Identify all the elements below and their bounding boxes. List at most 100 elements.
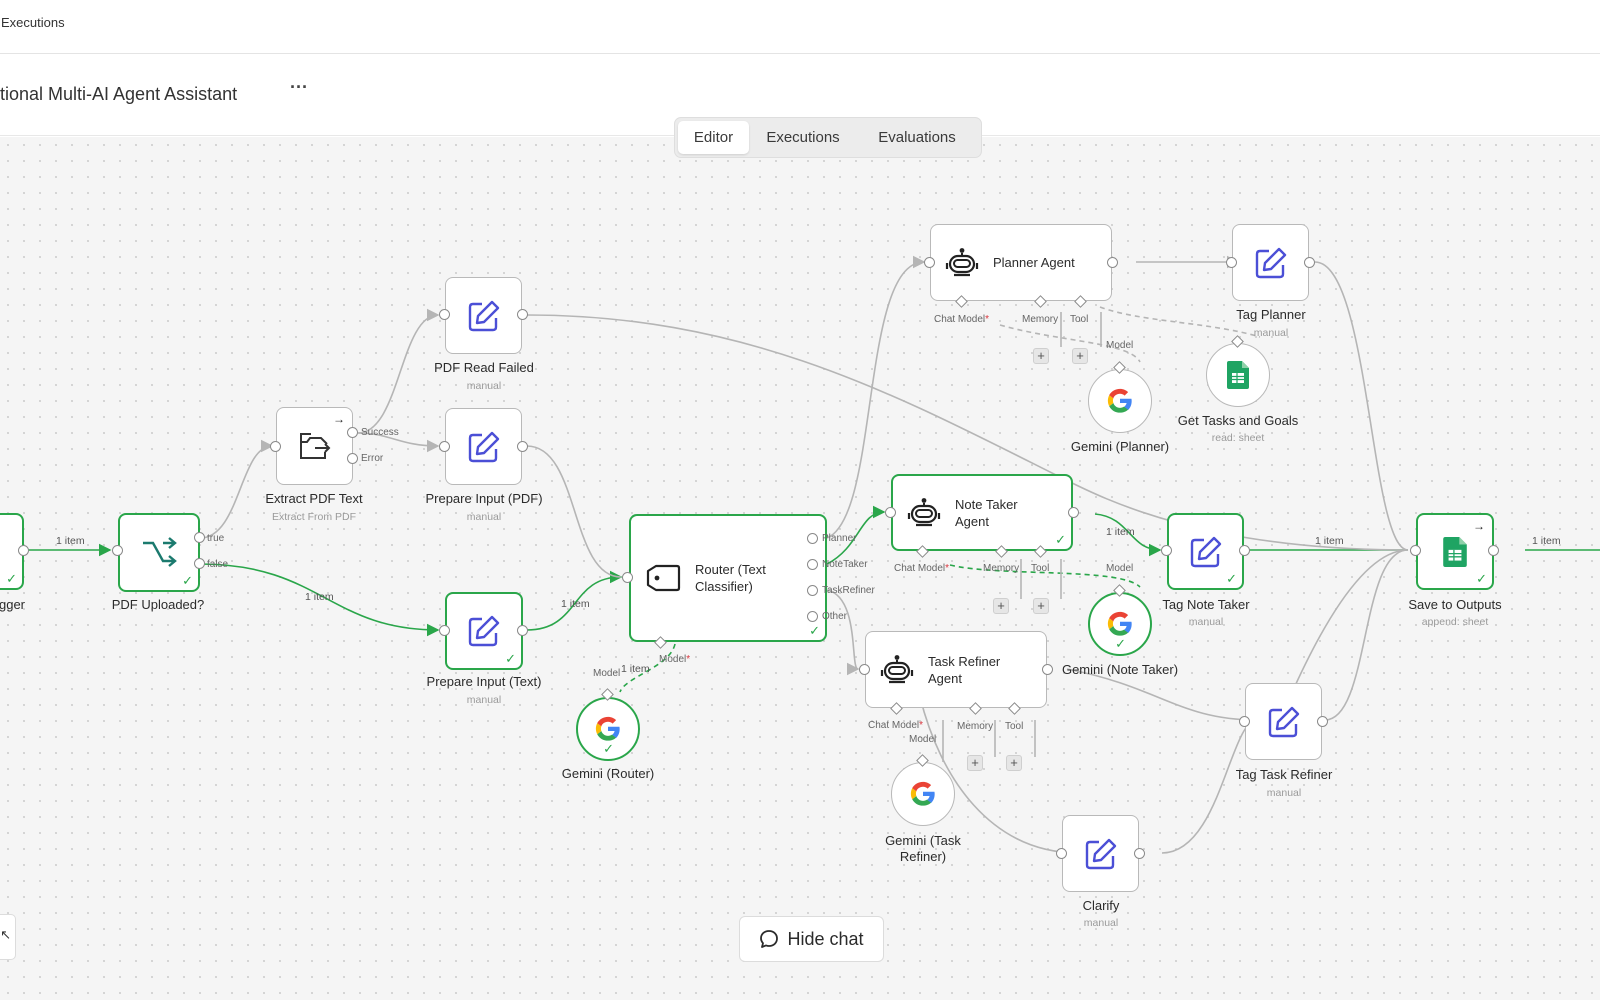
- input-port[interactable]: [439, 441, 450, 452]
- input-port[interactable]: [1410, 545, 1421, 556]
- add-memory-button[interactable]: +: [967, 755, 983, 771]
- input-port[interactable]: [859, 664, 870, 675]
- input-port[interactable]: [439, 625, 450, 636]
- tab-editor[interactable]: Editor: [678, 121, 749, 154]
- hide-chat-button[interactable]: Hide chat: [739, 916, 884, 962]
- node-subtitle: append: sheet: [1421, 616, 1489, 628]
- add-tool-button[interactable]: +: [1006, 755, 1022, 771]
- output-port[interactable]: [1042, 664, 1053, 675]
- node-subtitle: manual: [466, 694, 502, 706]
- output-port[interactable]: [1134, 848, 1145, 859]
- add-memory-button[interactable]: +: [1033, 348, 1049, 364]
- output-port[interactable]: [1107, 257, 1118, 268]
- input-port[interactable]: [1226, 257, 1237, 268]
- success-output-port[interactable]: [347, 427, 358, 438]
- planner-agent-node[interactable]: Planner Agent: [930, 224, 1112, 301]
- tab-evaluations[interactable]: Evaluations: [857, 121, 977, 154]
- node-title: Tag Task Refiner: [1235, 767, 1333, 782]
- other-output-port[interactable]: [807, 611, 818, 622]
- gemini-task-refiner-node[interactable]: [891, 762, 955, 826]
- branch-icon: [143, 536, 177, 567]
- executions-link[interactable]: Executions: [1, 15, 65, 30]
- node-subtitle: manual: [466, 380, 502, 392]
- more-options-button[interactable]: ···: [286, 78, 312, 104]
- success-check-icon: ✓: [182, 573, 193, 588]
- input-port[interactable]: [622, 572, 633, 583]
- node-title: PDF Uploaded?: [111, 597, 205, 612]
- set-node-pdf-read-failed[interactable]: [445, 277, 522, 354]
- node-subtitle: manual: [1188, 616, 1224, 628]
- true-branch-label: true: [207, 533, 225, 544]
- workflow-title[interactable]: tional Multi-AI Agent Assistant: [0, 84, 237, 105]
- view-tabs: Editor Executions Evaluations: [674, 117, 982, 158]
- output-port[interactable]: [1304, 257, 1315, 268]
- top-navigation-bar: Executions: [0, 0, 1600, 54]
- edge-item-count: 1 item: [1532, 535, 1561, 547]
- set-node-tag-planner[interactable]: [1232, 224, 1309, 301]
- input-port[interactable]: [1056, 848, 1067, 859]
- if-node-pdf-uploaded[interactable]: ✓: [118, 513, 200, 592]
- success-check-icon: ✓: [505, 651, 516, 666]
- success-branch-label: Success: [361, 427, 399, 438]
- task-refiner-agent-node[interactable]: Task Refiner Agent: [865, 631, 1047, 708]
- output-port[interactable]: [1317, 716, 1328, 727]
- gemini-note-taker-node[interactable]: ✓: [1088, 592, 1152, 656]
- planner-output-port[interactable]: [807, 533, 818, 544]
- pencil-square-icon: [468, 615, 500, 647]
- input-port[interactable]: [270, 441, 281, 452]
- output-port[interactable]: [1239, 545, 1250, 556]
- google-sheets-icon: [1227, 361, 1249, 389]
- add-tool-button[interactable]: +: [1033, 598, 1049, 614]
- google-g-icon: [595, 716, 620, 741]
- model-label: Model: [593, 668, 621, 679]
- set-node-tag-task-refiner[interactable]: [1245, 683, 1322, 760]
- gemini-planner-node[interactable]: [1088, 369, 1152, 433]
- model-label: Model: [1106, 340, 1134, 351]
- set-node-clarify[interactable]: [1062, 815, 1139, 892]
- input-port[interactable]: [885, 507, 896, 518]
- tab-executions[interactable]: Executions: [753, 121, 853, 154]
- chat-bubble-icon: [760, 930, 779, 948]
- node-title: gger: [0, 597, 26, 612]
- input-port[interactable]: [112, 545, 123, 556]
- extract-pdf-node[interactable]: →: [276, 407, 353, 485]
- sheets-save-outputs-node[interactable]: → ✓: [1416, 513, 1494, 590]
- output-port[interactable]: [1488, 545, 1499, 556]
- router-text-classifier-node[interactable]: Router (Text Classifier) ✓: [629, 514, 827, 642]
- output-port[interactable]: [1068, 507, 1079, 518]
- workflow-canvas[interactable]: ✓ gger ✓ true false PDF Uploaded? → Succ…: [0, 137, 1600, 1000]
- edge-item-count: 1 item: [561, 598, 590, 610]
- node-title: Prepare Input (PDF): [425, 491, 543, 506]
- false-output-port[interactable]: [194, 558, 205, 569]
- output-port[interactable]: [517, 309, 528, 320]
- output-port[interactable]: [18, 545, 29, 556]
- notetaker-output-port[interactable]: [807, 559, 818, 570]
- add-memory-button[interactable]: +: [993, 598, 1009, 614]
- note-taker-agent-node[interactable]: Note Taker Agent ✓: [891, 474, 1073, 551]
- tag-icon: [646, 564, 681, 592]
- set-node-prepare-input-pdf[interactable]: [445, 408, 522, 485]
- chat-model-label: Chat Model*: [934, 314, 990, 325]
- input-port[interactable]: [1239, 716, 1250, 727]
- output-port[interactable]: [517, 625, 528, 636]
- set-node-tag-note-taker[interactable]: ✓: [1167, 513, 1244, 590]
- pencil-square-icon: [1085, 838, 1116, 869]
- add-tool-button[interactable]: +: [1072, 348, 1088, 364]
- node-title: PDF Read Failed: [434, 360, 534, 375]
- edge-item-count: 1 item: [1315, 535, 1344, 547]
- set-node-prepare-input-text[interactable]: ✓: [445, 592, 523, 670]
- success-check-icon: ✓: [6, 571, 17, 586]
- true-output-port[interactable]: [194, 532, 205, 543]
- gemini-router-node[interactable]: ✓: [576, 697, 640, 761]
- canvas-control-button[interactable]: ↖: [0, 914, 16, 960]
- sheets-get-tasks-node[interactable]: [1206, 343, 1270, 407]
- google-g-icon: [910, 781, 935, 806]
- output-port[interactable]: [517, 441, 528, 452]
- error-output-port[interactable]: [347, 453, 358, 464]
- google-sheets-icon: [1443, 536, 1467, 567]
- input-port[interactable]: [439, 309, 450, 320]
- input-port[interactable]: [1161, 545, 1172, 556]
- taskrefiner-output-port[interactable]: [807, 585, 818, 596]
- input-port[interactable]: [924, 257, 935, 268]
- robot-agent-icon: [880, 654, 914, 683]
